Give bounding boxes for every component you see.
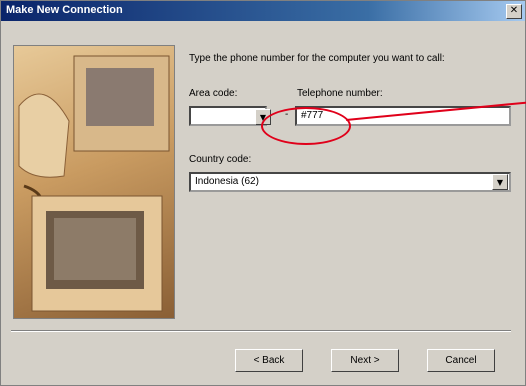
wizard-illustration (13, 45, 175, 319)
button-separator (11, 330, 511, 332)
next-button[interactable]: Next > (331, 349, 399, 372)
computer-illustration-icon (18, 55, 170, 312)
country-code-dropdown[interactable]: ▼ (492, 174, 508, 190)
close-icon: ✕ (509, 5, 519, 16)
title-bar[interactable]: Make New Connection ✕ (1, 1, 525, 21)
area-code-label: Area code: (189, 88, 238, 99)
make-new-connection-dialog: Make New Connection ✕ Type the phone num… (0, 0, 526, 386)
instruction-text: Type the phone number for the computer y… (189, 53, 445, 64)
chevron-down-icon: ▼ (496, 178, 504, 187)
country-code-select[interactable]: Indonesia (62) (189, 172, 511, 192)
country-code-label: Country code: (189, 154, 252, 165)
cancel-button[interactable]: Cancel (427, 349, 495, 372)
annotation-ellipse (261, 107, 351, 145)
telephone-label: Telephone number: (297, 88, 383, 99)
window-title: Make New Connection (6, 4, 123, 16)
close-button[interactable]: ✕ (506, 4, 522, 19)
back-button[interactable]: < Back (235, 349, 303, 372)
